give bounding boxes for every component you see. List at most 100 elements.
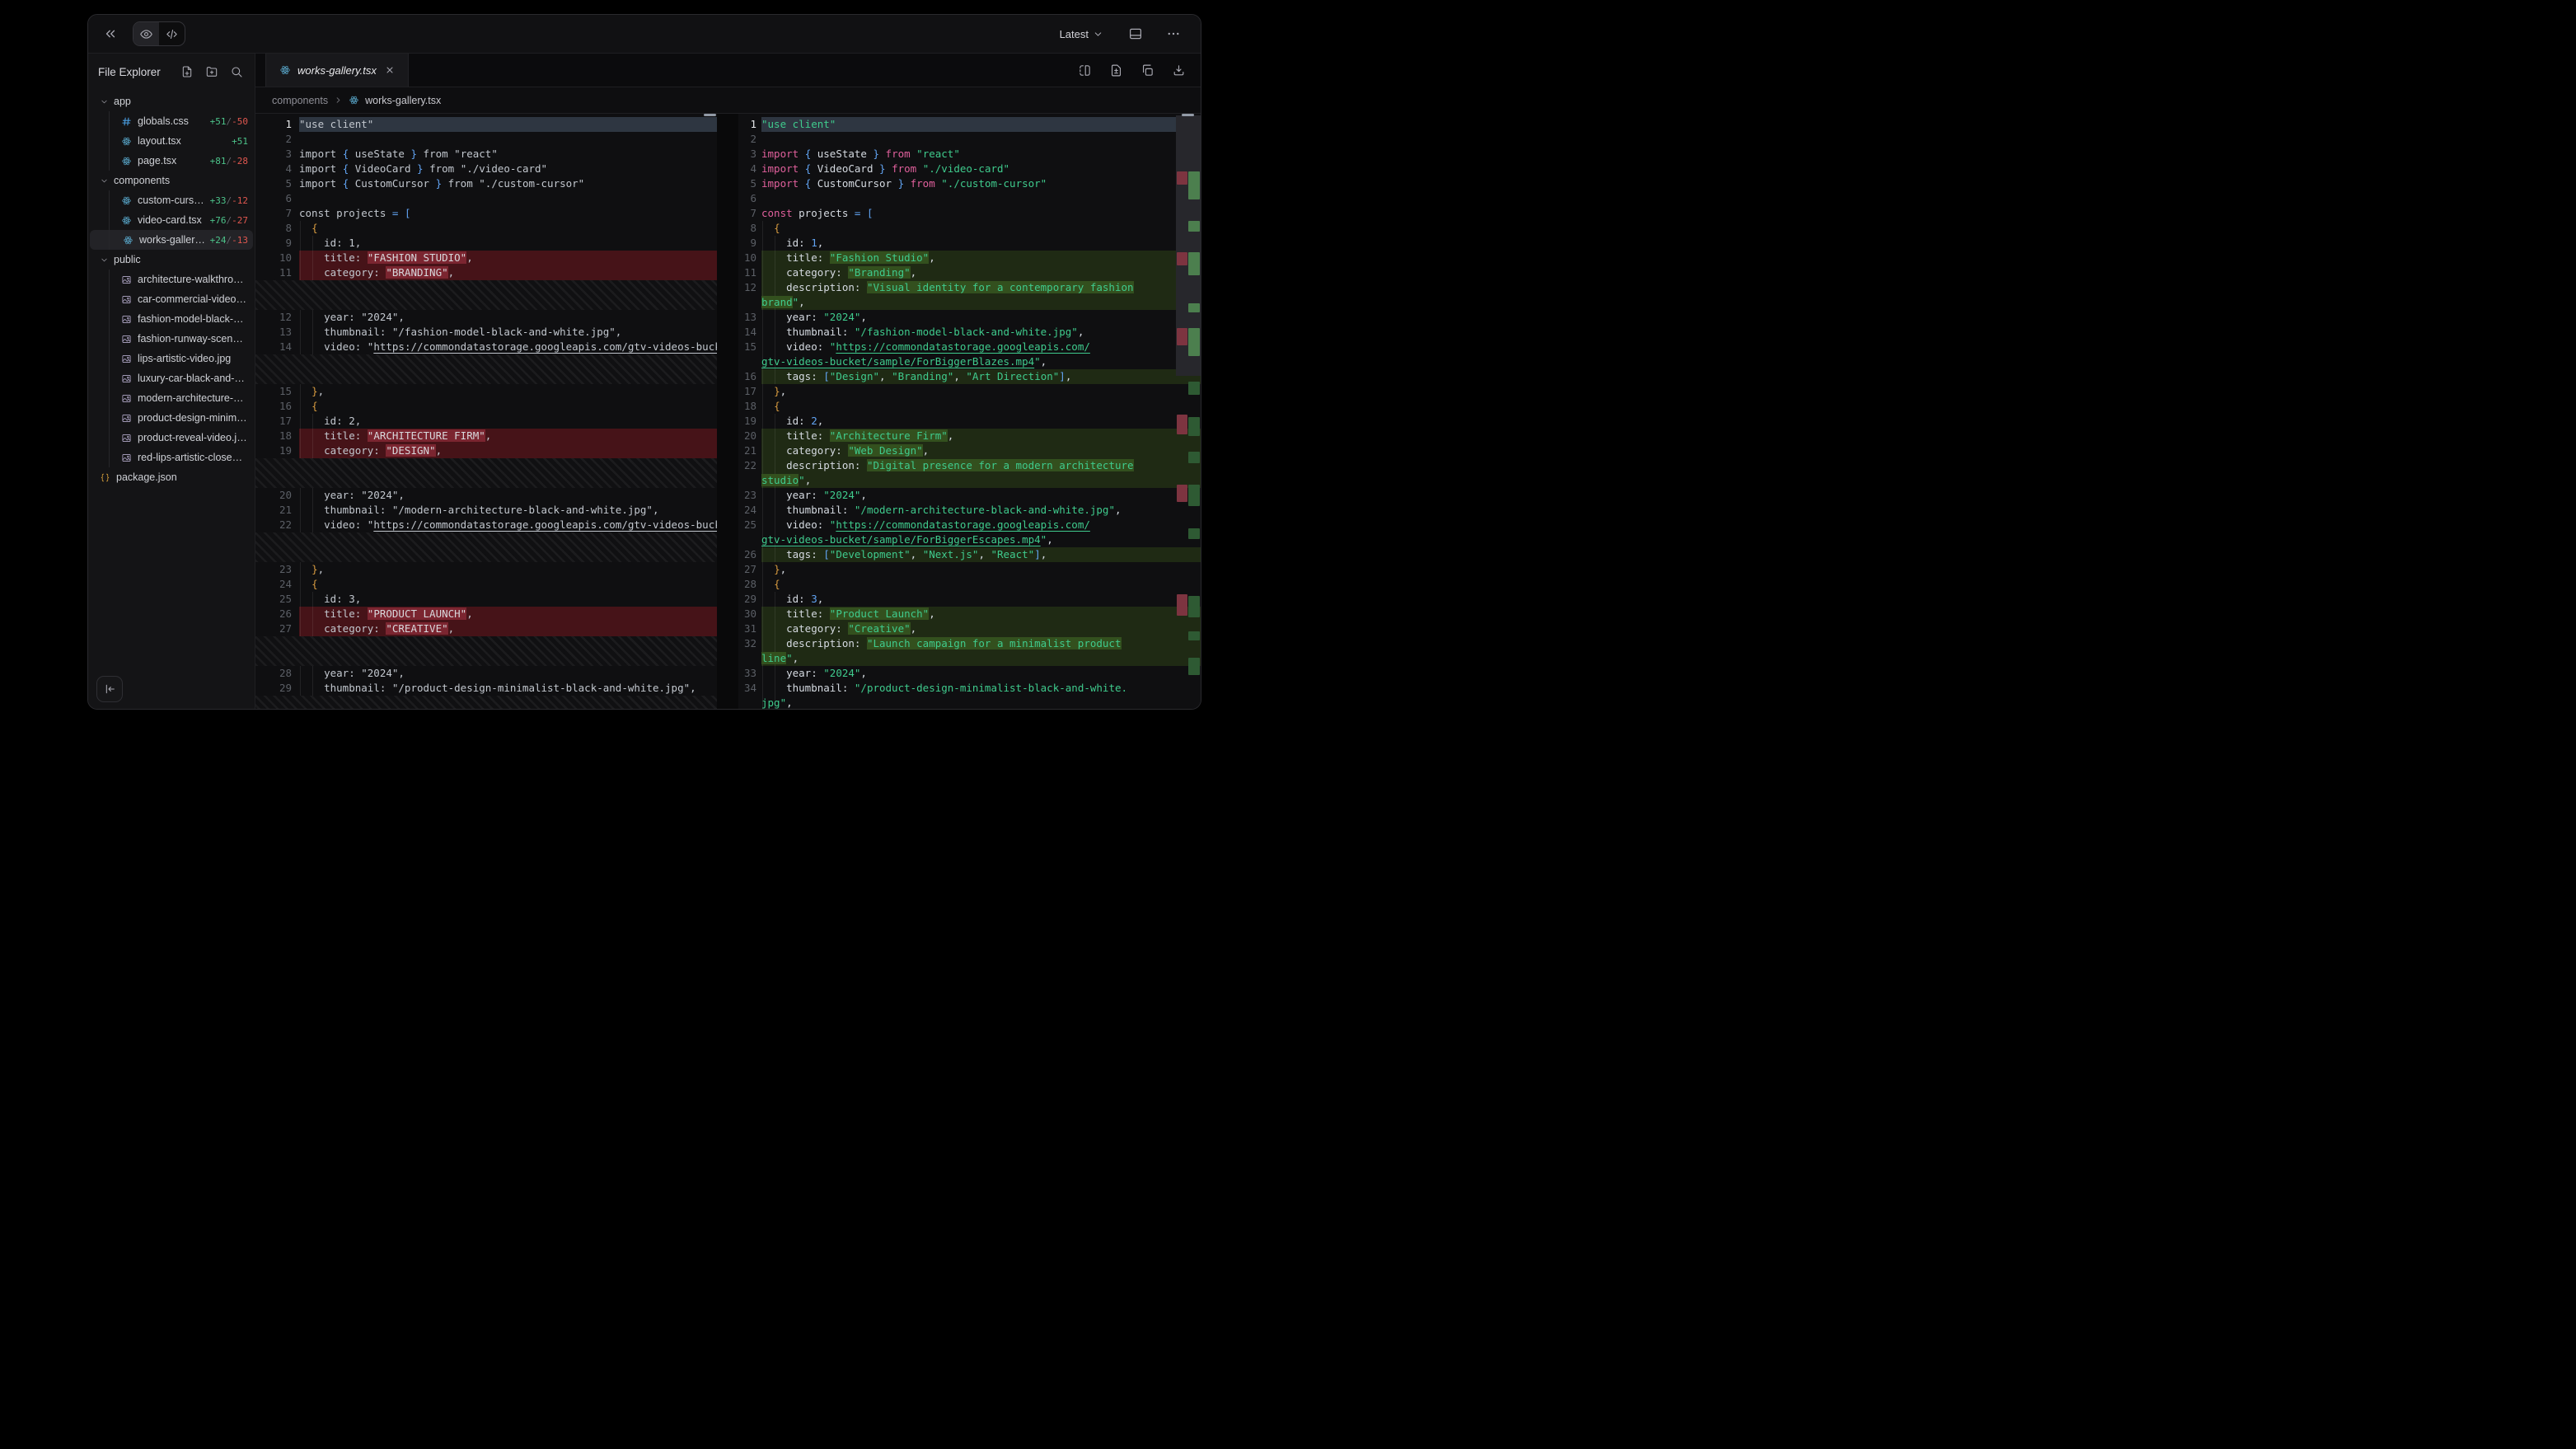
tree-folder[interactable]: public xyxy=(88,250,255,270)
code-line[interactable]: 26 tags: ["Development", "Next.js", "Rea… xyxy=(738,547,1201,562)
tree-file[interactable]: luxury-car-black-and-… xyxy=(88,368,255,388)
tree-file[interactable]: page.tsx+81/-28 xyxy=(88,151,255,171)
tree-file[interactable]: globals.css+51/-50 xyxy=(88,111,255,131)
code-line[interactable]: 4import { VideoCard } from "./video-card… xyxy=(738,162,1201,176)
code-line[interactable]: 28 year: "2024", xyxy=(255,666,717,681)
code-line[interactable]: gtv-videos-bucket/sample/ForBiggerBlazes… xyxy=(738,354,1201,369)
code-line[interactable]: 18 { xyxy=(738,399,1201,414)
tab-works-gallery[interactable]: works-gallery.tsx xyxy=(265,54,409,87)
code-line[interactable]: 12 description: "Visual identity for a c… xyxy=(738,280,1201,295)
code-line[interactable]: 22 description: "Digital presence for a … xyxy=(738,458,1201,473)
code-line[interactable]: 15 }, xyxy=(255,384,717,399)
breadcrumb-file[interactable]: works-gallery.tsx xyxy=(365,95,441,106)
code-line[interactable]: 14 video: "https://commondatastorage.goo… xyxy=(255,340,717,354)
code-line[interactable]: 3import { useState } from "react" xyxy=(738,147,1201,162)
tree-file[interactable]: lips-artistic-video.jpg xyxy=(88,349,255,368)
code-line[interactable]: 11 category: "Branding", xyxy=(738,265,1201,280)
code-line[interactable]: 16 tags: ["Design", "Branding", "Art Dir… xyxy=(738,369,1201,384)
pane-divider[interactable] xyxy=(717,114,738,710)
tree-file[interactable]: red-lips-artistic-close… xyxy=(88,448,255,467)
code-line[interactable]: 25 id: 3, xyxy=(255,592,717,607)
code-line[interactable]: 14 thumbnail: "/fashion-model-black-and-… xyxy=(738,325,1201,340)
layout-panel-button[interactable] xyxy=(1125,23,1146,45)
code-toggle-button[interactable] xyxy=(159,22,185,45)
tree-folder[interactable]: components xyxy=(88,171,255,190)
preview-toggle-button[interactable] xyxy=(133,22,159,45)
more-options-button[interactable] xyxy=(1163,23,1184,45)
download-button[interactable] xyxy=(1170,62,1187,79)
code-line[interactable]: 22 video: "https://commondatastorage.goo… xyxy=(255,518,717,532)
code-line[interactable]: 9 id: 1, xyxy=(738,236,1201,251)
code-line[interactable]: 6 xyxy=(255,191,717,206)
tree-file[interactable]: fashion-model-black-… xyxy=(88,309,255,329)
code-line[interactable]: brand", xyxy=(738,295,1201,310)
code-line[interactable]: 13 year: "2024", xyxy=(738,310,1201,325)
code-line[interactable]: 5import { CustomCursor } from "./custom-… xyxy=(255,176,717,191)
code-line[interactable]: 1"use client" xyxy=(738,117,1201,132)
tree-file[interactable]: architecture-walkthro… xyxy=(88,270,255,289)
code-line[interactable]: 7const projects = [ xyxy=(255,206,717,221)
code-line[interactable]: 1"use client" xyxy=(255,117,717,132)
code-line[interactable]: 5import { CustomCursor } from "./custom-… xyxy=(738,176,1201,191)
code-line[interactable]: 17 }, xyxy=(738,384,1201,399)
code-line[interactable]: 31 category: "Creative", xyxy=(738,621,1201,636)
code-line[interactable]: 12 year: "2024", xyxy=(255,310,717,325)
code-line[interactable]: 23 year: "2024", xyxy=(738,488,1201,503)
tree-file[interactable]: car-commercial-video… xyxy=(88,289,255,309)
code-line[interactable]: 23 }, xyxy=(255,562,717,577)
tree-file[interactable]: layout.tsx+51 xyxy=(88,131,255,151)
tree-file[interactable]: works-galler…+24/-13 xyxy=(90,230,253,250)
code-line[interactable]: 21 category: "Web Design", xyxy=(738,443,1201,458)
code-line[interactable]: 24 { xyxy=(255,577,717,592)
code-line[interactable]: 8 { xyxy=(738,221,1201,236)
code-line[interactable]: 21 thumbnail: "/modern-architecture-blac… xyxy=(255,503,717,518)
code-line[interactable]: 17 id: 2, xyxy=(255,414,717,429)
diff-view-button[interactable] xyxy=(1108,62,1125,79)
code-line[interactable]: 25 video: "https://commondatastorage.goo… xyxy=(738,518,1201,532)
version-dropdown[interactable]: Latest xyxy=(1055,27,1108,41)
tree-file[interactable]: custom-curs…+33/-12 xyxy=(88,190,255,210)
code-line[interactable]: 2 xyxy=(738,132,1201,147)
code-line[interactable]: 34 thumbnail: "/product-design-minimalis… xyxy=(738,681,1201,696)
collapse-sidebar-button[interactable] xyxy=(96,676,123,702)
breadcrumb-folder[interactable]: components xyxy=(272,95,328,106)
close-tab-button[interactable] xyxy=(383,63,396,77)
code-line[interactable]: 6 xyxy=(738,191,1201,206)
copy-code-button[interactable] xyxy=(1139,62,1156,79)
code-line[interactable]: 9 id: 1, xyxy=(255,236,717,251)
code-line[interactable]: 20 year: "2024", xyxy=(255,488,717,503)
code-line[interactable]: gtv-videos-bucket/sample/ForBiggerEscape… xyxy=(738,532,1201,547)
tree-file[interactable]: package.json xyxy=(88,467,255,487)
new-folder-button[interactable] xyxy=(204,63,220,80)
code-line[interactable]: 16 { xyxy=(255,399,717,414)
code-line[interactable]: 8 { xyxy=(255,221,717,236)
code-line[interactable]: 10 title: "Fashion Studio", xyxy=(738,251,1201,265)
tree-folder[interactable]: app xyxy=(88,91,255,111)
code-line[interactable]: 18 title: "ARCHITECTURE FIRM", xyxy=(255,429,717,443)
code-line[interactable]: 7const projects = [ xyxy=(738,206,1201,221)
right-pane-scrollbar[interactable] xyxy=(1182,114,1194,116)
search-files-button[interactable] xyxy=(228,63,245,80)
split-view-button[interactable] xyxy=(1076,62,1094,79)
code-line[interactable]: 30 title: "Product Launch", xyxy=(738,607,1201,621)
tree-file[interactable]: fashion-runway-scen… xyxy=(88,329,255,349)
tree-file[interactable]: product-reveal-video.j… xyxy=(88,428,255,448)
code-line[interactable]: 20 title: "Architecture Firm", xyxy=(738,429,1201,443)
code-line[interactable]: 19 id: 2, xyxy=(738,414,1201,429)
diff-overview-ruler[interactable] xyxy=(1176,114,1201,710)
code-line[interactable]: 32 description: "Launch campaign for a m… xyxy=(738,636,1201,651)
code-line[interactable]: 29 id: 3, xyxy=(738,592,1201,607)
left-pane-scrollbar[interactable] xyxy=(704,114,716,116)
code-line[interactable]: 26 title: "PRODUCT LAUNCH", xyxy=(255,607,717,621)
code-line[interactable]: line", xyxy=(738,651,1201,666)
code-line[interactable]: 15 video: "https://commondatastorage.goo… xyxy=(738,340,1201,354)
code-line[interactable]: 2 xyxy=(255,132,717,147)
code-line[interactable]: studio", xyxy=(738,473,1201,488)
new-file-button[interactable] xyxy=(179,63,195,80)
code-line[interactable]: 3import { useState } from "react" xyxy=(255,147,717,162)
code-line[interactable]: 24 thumbnail: "/modern-architecture-blac… xyxy=(738,503,1201,518)
code-line[interactable]: 19 category: "DESIGN", xyxy=(255,443,717,458)
code-line[interactable]: 29 thumbnail: "/product-design-minimalis… xyxy=(255,681,717,696)
code-line[interactable]: jpg", xyxy=(738,696,1201,710)
collapse-panel-button[interactable] xyxy=(100,23,121,45)
